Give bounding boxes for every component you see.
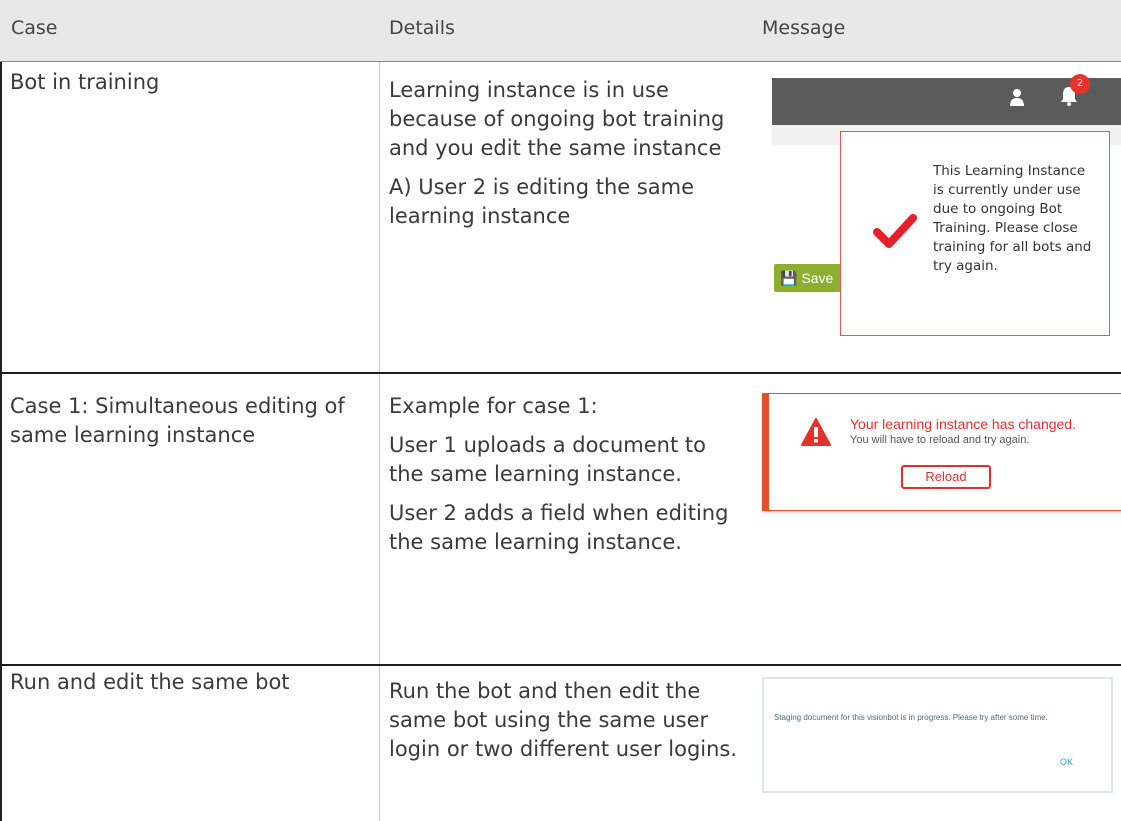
training-warning-dialog: This Learning Instance is currently unde… [840,131,1110,336]
notification-badge: 2 [1070,74,1090,94]
row1-details-text: Learning instance is in use because of o… [389,78,725,160]
row2-details-text: User 2 adds a field when editing the sam… [389,501,729,554]
row2-details-text: User 1 uploads a document to the same le… [389,433,706,486]
table-header: Case Details Message [0,0,1121,61]
check-icon [873,214,917,248]
staging-dialog: Staging document for this visionbot is i… [762,677,1113,793]
header-divider [0,61,1121,62]
row1-details: Learning instance is in use because of o… [389,76,745,241]
save-button[interactable]: 💾 Save [774,264,842,292]
row1-case: Bot in training [10,70,160,94]
reload-button[interactable]: Reload [901,465,991,489]
alert-accent-bar [763,394,769,510]
header-message: Message [762,17,846,39]
dialog-message: This Learning Instance is currently unde… [933,163,1092,274]
header-case: Case [11,17,58,39]
column-divider [379,61,380,821]
row2-details: Example for case 1: User 1 uploads a doc… [389,392,745,567]
table-left-border [0,61,2,821]
alert-title: Your learning instance has changed. [850,416,1076,432]
user-icon[interactable] [1010,88,1024,106]
row1-details-text: A) User 2 is editing the same learning i… [389,175,695,228]
alert-subtitle: You will have to reload and try again. [850,434,1030,446]
floppy-icon: 💾 [780,270,798,286]
row3-details-text: Run the bot and then edit the same bot u… [389,679,738,761]
row2-details-text: Example for case 1: [389,394,598,418]
staging-message: Staging document for this visionbot is i… [774,713,1048,722]
row3-details: Run the bot and then edit the same bot u… [389,677,745,774]
row3-case: Run and edit the same bot [10,670,290,694]
warning-icon [801,418,831,446]
row-divider [0,664,1121,666]
instance-changed-alert: Your learning instance has changed. You … [762,393,1121,511]
row2-case: Case 1: Simultaneous editing of same lea… [10,394,345,447]
comparison-table: Case Details Message Bot in training Lea… [0,0,1121,821]
save-label: Save [801,270,834,286]
row-divider [0,372,1121,374]
ok-button[interactable]: OK [1060,757,1073,767]
header-details: Details [389,17,455,39]
